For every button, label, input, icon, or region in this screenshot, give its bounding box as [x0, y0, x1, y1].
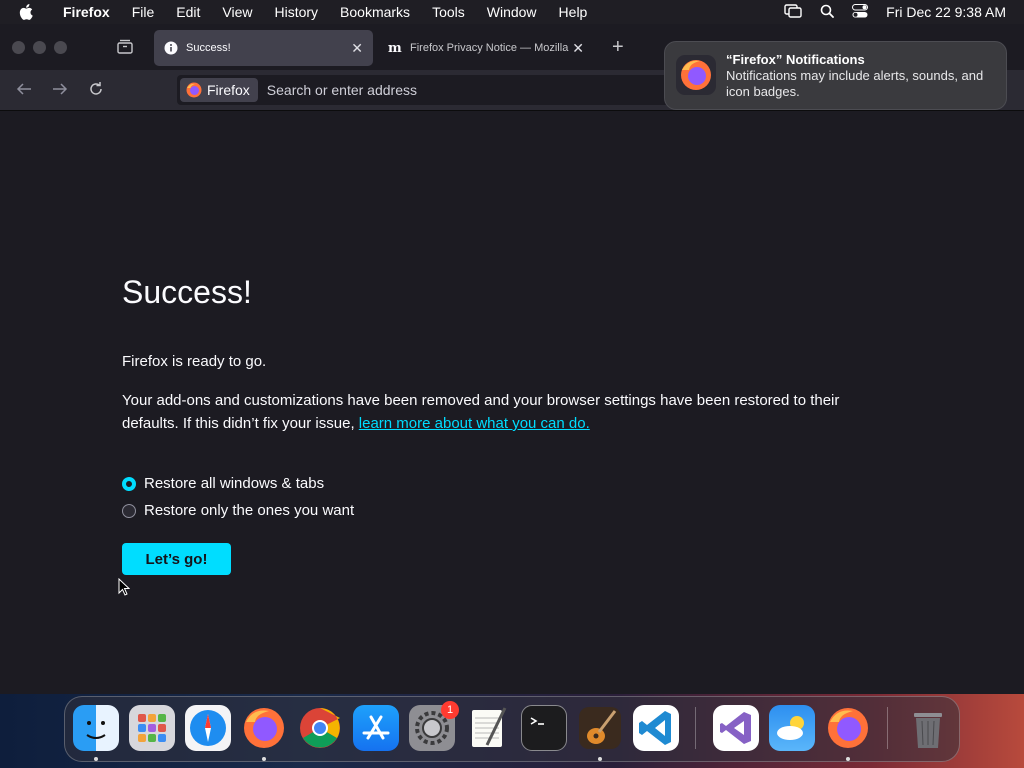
close-window-icon[interactable]: [12, 41, 25, 54]
info-icon: [164, 41, 178, 55]
menubar-clock[interactable]: Fri Dec 22 9:38 AM: [886, 4, 1006, 20]
menu-history[interactable]: History: [263, 4, 329, 20]
svg-text:m: m: [388, 41, 402, 55]
launchpad-icon[interactable]: [129, 705, 175, 751]
tab-title: Firefox Privacy Notice — Mozilla: [410, 42, 569, 54]
textedit-icon[interactable]: [465, 705, 511, 751]
firefox-nightly-icon[interactable]: [825, 705, 871, 751]
browser-window: Success! ✕ m Firefox Privacy Notice — Mo…: [0, 24, 1024, 694]
notification-body: Notifications may include alerts, sounds…: [726, 68, 984, 99]
new-tab-plus-icon[interactable]: +: [612, 36, 624, 59]
menu-view[interactable]: View: [211, 4, 263, 20]
restore-all-label[interactable]: Restore all windows & tabs: [144, 475, 324, 492]
notification-badge: 1: [441, 701, 459, 719]
menu-app-name[interactable]: Firefox: [52, 4, 121, 20]
app-store-icon[interactable]: [353, 705, 399, 751]
system-settings-icon[interactable]: 1: [409, 701, 459, 751]
apple-menu-icon[interactable]: [0, 4, 52, 20]
spotlight-search-icon[interactable]: [820, 4, 835, 21]
mozilla-m-icon: m: [388, 41, 402, 55]
finder-icon[interactable]: [73, 705, 119, 751]
screen-mirroring-icon[interactable]: [784, 3, 802, 21]
close-tab-icon[interactable]: ✕: [572, 40, 584, 57]
firefox-app-icon: [676, 55, 716, 100]
ready-message: Firefox is ready to go.: [122, 353, 267, 370]
window-controls: [12, 41, 67, 54]
safari-icon[interactable]: [185, 705, 231, 751]
radio-button-unchecked[interactable]: [122, 503, 136, 518]
back-arrow-icon[interactable]: [15, 80, 33, 103]
dock: 1: [64, 696, 960, 762]
tab-title: Success!: [186, 42, 231, 54]
address-input-placeholder[interactable]: Search or enter address: [267, 82, 417, 98]
vscode-icon[interactable]: [633, 705, 679, 751]
running-indicator: [598, 757, 602, 761]
menu-bar: Firefox File Edit View History Bookmarks…: [0, 0, 1024, 24]
menu-help[interactable]: Help: [548, 4, 599, 20]
identity-box[interactable]: Firefox: [180, 78, 258, 102]
dock-separator: [695, 707, 696, 749]
identity-label: Firefox: [207, 82, 250, 98]
close-tab-icon[interactable]: ✕: [351, 40, 363, 57]
radio-button-checked[interactable]: [122, 476, 136, 491]
menu-tools[interactable]: Tools: [421, 4, 476, 20]
menu-edit[interactable]: Edit: [165, 4, 211, 20]
dock-separator: [887, 707, 888, 749]
terminal-icon[interactable]: [521, 705, 567, 751]
trash-icon[interactable]: [905, 705, 951, 751]
reload-icon[interactable]: [87, 80, 105, 103]
running-indicator: [846, 757, 850, 761]
menu-bookmarks[interactable]: Bookmarks: [329, 4, 421, 20]
visual-studio-icon[interactable]: [713, 705, 759, 751]
weather-icon[interactable]: [769, 705, 815, 751]
restore-all-option[interactable]: Restore all windows & tabs: [122, 475, 324, 492]
firefox-dock-icon[interactable]: [241, 705, 287, 751]
restore-some-label[interactable]: Restore only the ones you want: [144, 502, 354, 519]
running-indicator: [262, 757, 266, 761]
notification-title: “Firefox” Notifications: [726, 52, 865, 67]
garageband-icon[interactable]: [577, 705, 623, 751]
firefox-view-icon[interactable]: [116, 38, 134, 59]
forward-arrow-icon[interactable]: [51, 80, 69, 103]
chrome-icon[interactable]: [297, 705, 343, 751]
minimize-window-icon[interactable]: [33, 41, 46, 54]
running-indicator: [94, 757, 98, 761]
reset-description: Your add-ons and customizations have bee…: [122, 389, 882, 435]
menu-file[interactable]: File: [121, 4, 166, 20]
page-title: Success!: [122, 274, 252, 310]
tab-success[interactable]: Success! ✕: [154, 30, 373, 66]
learn-more-link[interactable]: learn more about what you can do.: [359, 415, 590, 432]
menu-window[interactable]: Window: [476, 4, 548, 20]
zoom-window-icon[interactable]: [54, 41, 67, 54]
mouse-pointer-icon: [118, 577, 131, 601]
restore-some-option[interactable]: Restore only the ones you want: [122, 502, 354, 519]
lets-go-button[interactable]: Let’s go!: [122, 543, 231, 575]
address-bar[interactable]: Firefox Search or enter address: [177, 75, 677, 105]
tab-privacy-notice[interactable]: m Firefox Privacy Notice — Mozilla ✕: [378, 30, 594, 66]
firefox-logo-icon: [186, 82, 202, 98]
notification-banner[interactable]: “Firefox” Notifications Notifications ma…: [664, 41, 1007, 110]
control-center-icon[interactable]: [852, 3, 869, 21]
